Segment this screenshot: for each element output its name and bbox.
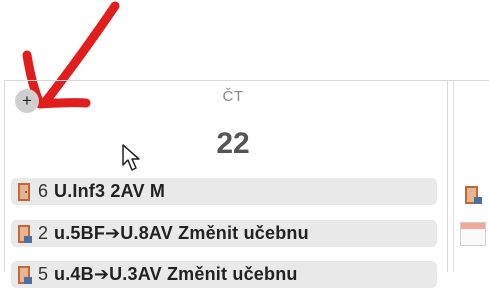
event-title: u.5BF➔U.8AV Změnit učebnu bbox=[54, 223, 309, 243]
add-event-button[interactable]: + bbox=[15, 89, 39, 113]
event-count: 5 bbox=[38, 264, 49, 284]
mouse-pointer-icon bbox=[122, 144, 140, 171]
calendar-icon[interactable] bbox=[460, 222, 486, 246]
column-separator bbox=[447, 80, 448, 272]
door-move-icon[interactable] bbox=[462, 184, 484, 206]
calendar-event[interactable]: 5 u.4B➔U.3AV Změnit učebnu bbox=[11, 261, 437, 288]
door-icon bbox=[18, 182, 30, 201]
door-move-icon bbox=[18, 224, 32, 243]
event-title: u.4B➔U.3AV Změnit učebnu bbox=[54, 264, 298, 284]
door-move-icon bbox=[18, 265, 32, 284]
event-title: U.Inf3 2AV M bbox=[54, 181, 166, 201]
calendar-top-border bbox=[4, 80, 489, 81]
calendar-event[interactable]: 2 u.5BF➔U.8AV Změnit učebnu bbox=[11, 220, 437, 247]
event-count: 6 bbox=[38, 181, 49, 201]
day-number[interactable]: 22 bbox=[198, 127, 268, 161]
column-left-border bbox=[4, 80, 5, 272]
day-of-week-label: ČT bbox=[222, 88, 244, 105]
column-separator bbox=[453, 80, 454, 272]
calendar-icon-header bbox=[461, 223, 485, 229]
calendar-event[interactable]: 6 U.Inf3 2AV M bbox=[11, 178, 437, 205]
event-count: 2 bbox=[38, 223, 49, 243]
